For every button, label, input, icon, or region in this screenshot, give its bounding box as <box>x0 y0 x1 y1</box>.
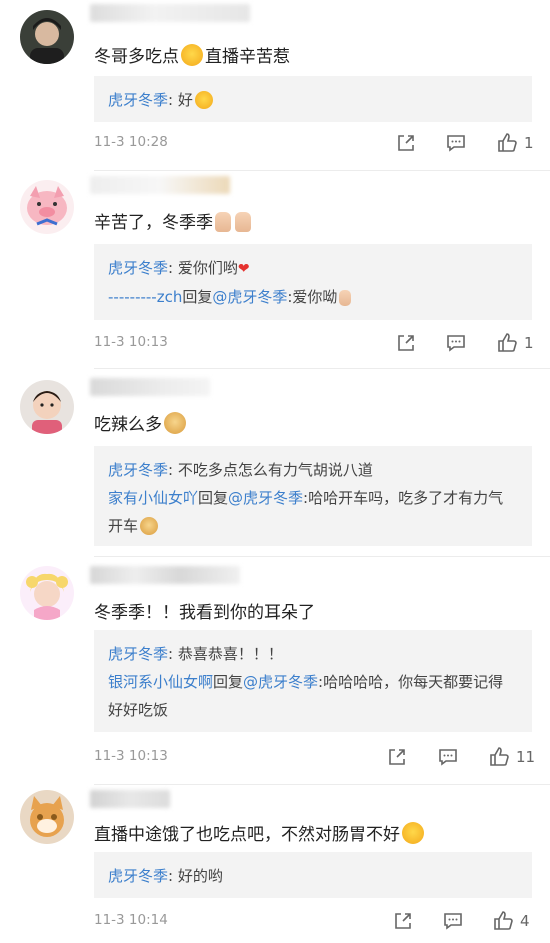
reply-text: : 爱你们哟 <box>168 259 238 277</box>
timestamp: 11-3 10:14 <box>94 912 168 928</box>
share-icon[interactable] <box>386 746 408 768</box>
comment-meta: 11-3 10:14 4 <box>94 910 532 932</box>
mention-link[interactable]: @虎牙冬季 <box>212 288 287 306</box>
share-icon[interactable] <box>392 910 414 932</box>
reply-line: 虎牙冬季: 爱你们哟❤ <box>108 254 518 283</box>
reply-box[interactable]: 虎牙冬季: 好的哟 <box>94 852 532 898</box>
comment-meta: 11-3 10:28 1 <box>94 132 534 154</box>
timestamp: 11-3 10:13 <box>94 748 168 764</box>
like-count: 11 <box>516 748 536 766</box>
thumbs-up-icon[interactable] <box>488 746 510 768</box>
like-count: 1 <box>524 334 534 352</box>
mention-link[interactable]: @虎牙冬季 <box>243 673 318 691</box>
reply-line: 虎牙冬季: 恭喜恭喜！！！ <box>108 640 518 668</box>
divider <box>94 784 550 785</box>
reply-author-link[interactable]: 家有小仙女吖 <box>108 489 198 507</box>
reply-line: 虎牙冬季: 好 <box>108 86 518 114</box>
timestamp: 11-3 10:13 <box>94 334 168 350</box>
reply-author-link[interactable]: 虎牙冬季 <box>108 259 168 277</box>
divider <box>94 556 550 557</box>
divider <box>94 368 550 369</box>
reply-line: 虎牙冬季: 好的哟 <box>108 862 518 890</box>
like-count: 1 <box>524 134 534 152</box>
divider <box>94 170 550 171</box>
grin-emoji-icon <box>194 91 213 109</box>
username-redacted <box>90 790 170 808</box>
comment-text-part: 辛苦了，冬季季 <box>94 213 213 233</box>
avatar[interactable] <box>20 10 74 64</box>
hand-emoji-icon <box>339 290 352 306</box>
comment-text: 吃辣么多 <box>94 410 188 435</box>
comment-text-part: 冬季季！！我看到你的耳朵了 <box>94 603 315 623</box>
reply-author-link[interactable]: ---------zch <box>108 288 182 306</box>
kiss-emoji-icon <box>402 822 424 844</box>
reply-line: 家有小仙女吖回复@虎牙冬季:哈哈开车吗，吃多了才有力气开车 <box>108 484 518 540</box>
reply-text: : 好的哟 <box>168 867 223 885</box>
avatar[interactable] <box>20 180 74 234</box>
reply-author-link[interactable]: 虎牙冬季 <box>108 645 168 663</box>
thumbs-up-icon[interactable] <box>496 132 518 154</box>
mention-link[interactable]: @虎牙冬季 <box>228 489 303 507</box>
avatar[interactable] <box>20 566 74 620</box>
reply-verb: 回复 <box>182 288 213 306</box>
reply-line: 银河系小仙女啊回复@虎牙冬季:哈哈哈哈，你每天都要记得好好吃饭 <box>108 668 518 724</box>
smile-emoji-icon <box>181 44 203 66</box>
reply-line: ---------zch回复@虎牙冬季:爱你呦 <box>108 283 518 311</box>
comment-text-part: 直播辛苦惹 <box>205 47 290 67</box>
comment-icon[interactable] <box>442 910 464 932</box>
like-count: 4 <box>520 912 530 930</box>
comment-icon[interactable] <box>445 332 467 354</box>
reply-author-link[interactable]: 虎牙冬季 <box>108 461 168 479</box>
reply-text: : 恭喜恭喜！！！ <box>168 645 283 663</box>
reply-author-link[interactable]: 虎牙冬季 <box>108 91 168 109</box>
reply-box[interactable]: 虎牙冬季: 好 <box>94 76 532 122</box>
reply-verb: 回复 <box>198 489 229 507</box>
comment-text: 辛苦了，冬季季 <box>94 208 253 233</box>
reply-box[interactable]: 虎牙冬季: 恭喜恭喜！！！ 银河系小仙女啊回复@虎牙冬季:哈哈哈哈，你每天都要记… <box>94 630 532 732</box>
reply-box[interactable]: 虎牙冬季: 不吃多点怎么有力气胡说八道 家有小仙女吖回复@虎牙冬季:哈哈开车吗，… <box>94 446 532 546</box>
reply-author-link[interactable]: 虎牙冬季 <box>108 867 168 885</box>
reply-box[interactable]: 虎牙冬季: 爱你们哟❤ ---------zch回复@虎牙冬季:爱你呦 <box>94 244 532 320</box>
thumbs-up-icon[interactable] <box>496 332 518 354</box>
doge-emoji-icon <box>164 412 186 434</box>
avatar[interactable] <box>20 380 74 434</box>
comment-text: 直播中途饿了也吃点吧，不然对肠胃不好 <box>94 820 426 845</box>
reply-text: : 不吃多点怎么有力气胡说八道 <box>168 461 373 479</box>
comment-meta: 11-3 10:13 1 <box>94 332 534 354</box>
share-icon[interactable] <box>395 332 417 354</box>
heart-icon: ❤ <box>237 261 250 277</box>
comment-icon[interactable] <box>445 132 467 154</box>
comment-text: 冬季季！！我看到你的耳朵了 <box>94 598 315 623</box>
username-redacted <box>90 176 230 194</box>
reply-text: : 好 <box>168 91 193 109</box>
comment-meta: 11-3 10:13 11 <box>94 746 536 768</box>
reply-line: 虎牙冬季: 不吃多点怎么有力气胡说八道 <box>108 456 518 484</box>
hand-emoji-icon <box>235 212 251 232</box>
reply-text: :爱你呦 <box>287 288 338 306</box>
comment-text-part: 直播中途饿了也吃点吧，不然对肠胃不好 <box>94 825 400 845</box>
comment-text-part: 吃辣么多 <box>94 415 162 435</box>
reply-author-link[interactable]: 银河系小仙女啊 <box>108 673 213 691</box>
username-redacted <box>90 4 250 22</box>
username-redacted <box>90 378 210 396</box>
share-icon[interactable] <box>395 132 417 154</box>
username-redacted <box>90 566 240 584</box>
hand-emoji-icon <box>215 212 231 232</box>
avatar[interactable] <box>20 790 74 844</box>
comment-text-part: 冬哥多吃点 <box>94 47 179 67</box>
reply-verb: 回复 <box>213 673 244 691</box>
doge-emoji-icon <box>140 517 159 535</box>
timestamp: 11-3 10:28 <box>94 134 168 150</box>
comment-text: 冬哥多吃点 直播辛苦惹 <box>94 42 290 67</box>
comment-icon[interactable] <box>437 746 459 768</box>
thumbs-up-icon[interactable] <box>492 910 514 932</box>
